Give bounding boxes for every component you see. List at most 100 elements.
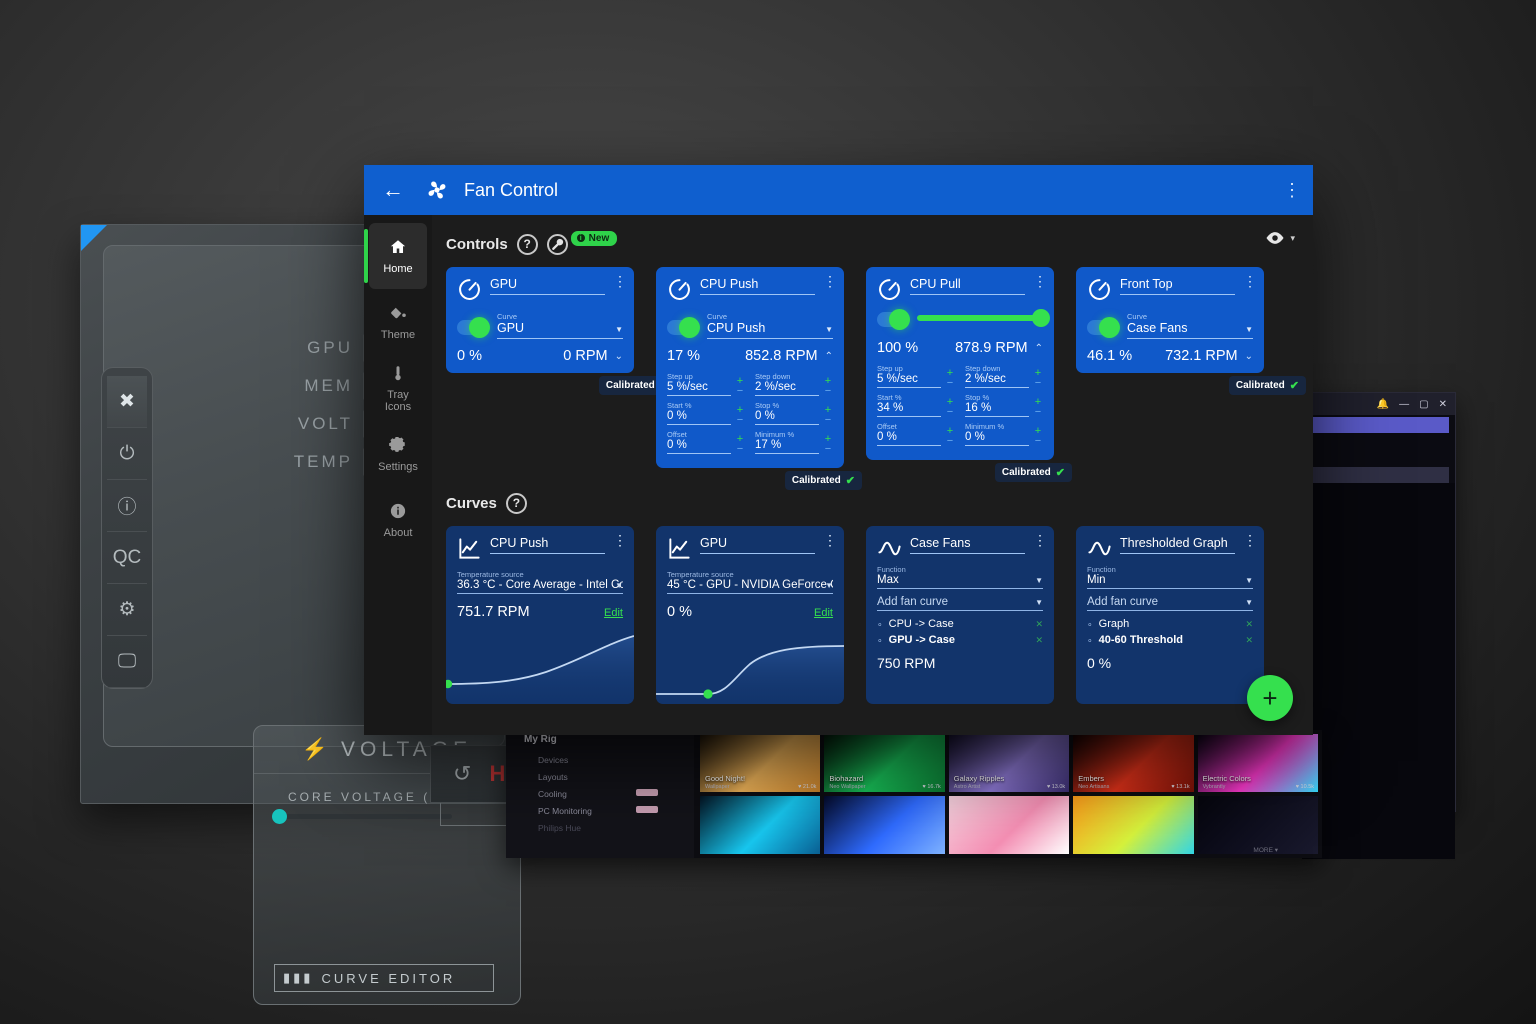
parameter-cell[interactable]: Step up 5 %/sec + − <box>877 364 955 389</box>
curve-graph[interactable] <box>446 632 634 704</box>
list-item[interactable]: ∘ Graph ✕ <box>1087 616 1253 632</box>
control-name-field[interactable]: GPU <box>490 277 605 295</box>
wallpaper-tile[interactable] <box>824 796 945 854</box>
reset-icon[interactable]: ↺ <box>453 761 471 787</box>
decrement-button[interactable]: − <box>737 444 743 455</box>
maximize-icon[interactable]: ▢ <box>1419 399 1428 410</box>
card-menu-icon[interactable]: ⋮ <box>1243 274 1257 288</box>
parameter-value[interactable]: 2 %/sec <box>755 381 819 393</box>
card-menu-icon[interactable]: ⋮ <box>1033 274 1047 288</box>
control-name-field[interactable]: CPU Push <box>700 277 815 295</box>
parameter-cell[interactable]: Start % 0 % + − <box>667 401 745 426</box>
remove-icon[interactable]: ✕ <box>1035 635 1043 646</box>
chevron-down-icon[interactable]: ▼ <box>825 325 833 334</box>
signalrgb-nav-item[interactable]: Layouts <box>524 768 694 785</box>
parameter-cell[interactable]: Step down 2 %/sec + − <box>965 364 1043 389</box>
apply-icon[interactable]: H <box>489 761 505 787</box>
add-fan-curve-select[interactable]: Add fan curve ▼ <box>877 596 1043 611</box>
decrement-button[interactable]: − <box>1035 407 1041 418</box>
parameter-cell[interactable]: Offset 0 % + − <box>877 422 955 447</box>
parameter-value[interactable]: 5 %/sec <box>667 381 731 393</box>
remove-icon[interactable]: ✕ <box>1245 619 1253 630</box>
decrement-button[interactable]: − <box>947 436 953 447</box>
parameter-cell[interactable]: Stop % 0 % + − <box>755 401 833 426</box>
curve-select[interactable]: Curve GPU ▼ <box>497 312 623 339</box>
parameter-cell[interactable]: Stop % 16 % + − <box>965 393 1043 418</box>
remove-icon[interactable]: ✕ <box>1245 635 1253 646</box>
arrow-left-icon[interactable]: ← <box>382 177 404 203</box>
sidebar-item-settings[interactable]: Settings <box>364 421 432 487</box>
chevron-down-icon[interactable]: ▼ <box>1035 598 1043 607</box>
question-mark-icon[interactable]: ? <box>505 492 527 514</box>
curve-name-field[interactable]: GPU <box>700 536 815 554</box>
parameter-value[interactable]: 34 % <box>877 402 941 414</box>
decrement-button[interactable]: − <box>825 415 831 426</box>
wrench-icon[interactable] <box>546 233 568 255</box>
kebab-menu-icon[interactable]: ⋮ <box>1283 181 1301 199</box>
curve-name-field[interactable]: Case Fans <box>910 536 1025 554</box>
function-select[interactable]: Function Max ▼ <box>877 565 1043 589</box>
chevron-down-icon[interactable]: ▼ <box>1035 576 1043 585</box>
signalrgb-nav-item[interactable]: Cooling <box>524 785 694 802</box>
enable-toggle[interactable] <box>877 309 910 330</box>
decrement-button[interactable]: − <box>825 444 831 455</box>
curve-select[interactable]: Curve CPU Push ▼ <box>707 312 833 339</box>
more-label[interactable]: MORE ▾ <box>1253 846 1278 854</box>
parameter-value[interactable]: 0 % <box>755 410 819 422</box>
wallpaper-tile[interactable]: Embers Neo Artisans ♥ 13.1k <box>1073 734 1194 792</box>
chevron-down-icon[interactable]: ▼ <box>1245 598 1253 607</box>
card-menu-icon[interactable]: ⋮ <box>823 533 837 547</box>
curve-select[interactable]: Curve Case Fans ▼ <box>1127 312 1253 339</box>
enable-toggle[interactable] <box>457 317 490 338</box>
control-name-field[interactable]: Front Top <box>1120 277 1235 295</box>
close-icon[interactable]: ✕ <box>1439 399 1447 410</box>
parameter-value[interactable]: 0 % <box>667 410 731 422</box>
card-menu-icon[interactable]: ⋮ <box>1033 533 1047 547</box>
visibility-control[interactable]: ▾ <box>1265 231 1295 245</box>
signalrgb-nav-item[interactable]: PC Monitoring <box>524 802 694 819</box>
list-item[interactable]: ∘ CPU -> Case ✕ <box>877 616 1043 632</box>
list-item[interactable]: ∘ 40-60 Threshold ✕ <box>1087 632 1253 648</box>
decrement-button[interactable]: − <box>1035 378 1041 389</box>
signalrgb-nav-item[interactable]: Devices <box>524 751 694 768</box>
card-menu-icon[interactable]: ⋮ <box>823 274 837 288</box>
temperature-source-select[interactable]: Temperature source 45 °C - GPU - NVIDIA G… <box>667 570 833 594</box>
sidebar-item-home[interactable]: Home <box>364 223 427 289</box>
parameter-value[interactable]: 0 % <box>667 439 731 451</box>
question-mark-icon[interactable]: ? <box>516 233 538 255</box>
wallpaper-tile[interactable]: Electric Colors Vybrantly ♥ 10.5k <box>1197 734 1318 792</box>
chevron-down-icon[interactable]: ▼ <box>1245 325 1253 334</box>
parameter-cell[interactable]: Start % 34 % + − <box>877 393 955 418</box>
enable-toggle[interactable] <box>1087 317 1120 338</box>
edit-link[interactable]: Edit <box>814 607 833 619</box>
settings-gear-icon[interactable]: ⚙ <box>107 584 147 636</box>
core-voltage-value-box[interactable] <box>440 800 510 826</box>
wallpaper-tile[interactable] <box>948 796 1070 854</box>
decrement-button[interactable]: − <box>947 407 953 418</box>
enable-toggle[interactable] <box>667 317 700 338</box>
card-menu-icon[interactable]: ⋮ <box>1243 533 1257 547</box>
chevron-down-icon[interactable]: ▾ <box>1290 233 1295 244</box>
decrement-button[interactable]: − <box>737 386 743 397</box>
parameter-value[interactable]: 0 % <box>965 431 1029 443</box>
add-button[interactable]: + <box>1247 675 1293 721</box>
expand-toggle-icon[interactable]: ⌄ <box>1245 351 1253 362</box>
sidebar-item-tray-icons[interactable]: Tray Icons <box>364 355 432 421</box>
chevron-down-icon[interactable]: ▼ <box>1245 576 1253 585</box>
slider-knob[interactable] <box>272 809 287 824</box>
fan-off-icon[interactable]: ✖ <box>107 376 147 428</box>
power-icon[interactable]: ⏻ <box>107 428 147 480</box>
signalrgb-nav-item[interactable]: Philips Hue <box>524 819 694 836</box>
parameter-value[interactable]: 0 % <box>877 431 941 443</box>
chevron-down-icon[interactable]: ▼ <box>615 581 623 590</box>
parameter-value[interactable]: 16 % <box>965 402 1029 414</box>
temperature-source-select[interactable]: Temperature source 36.3 °C - Core Average… <box>457 570 623 594</box>
sidebar-item-theme[interactable]: Theme <box>364 289 432 355</box>
function-select[interactable]: Function Min ▼ <box>1087 565 1253 589</box>
control-name-field[interactable]: CPU Pull <box>910 277 1025 295</box>
parameter-cell[interactable]: Step down 2 %/sec + − <box>755 372 833 397</box>
remove-icon[interactable]: ✕ <box>1035 619 1043 630</box>
wallpaper-tile[interactable] <box>1073 796 1194 854</box>
parameter-cell[interactable]: Minimum % 17 % + − <box>755 430 833 455</box>
list-item[interactable]: ∘ GPU -> Case ✕ <box>877 632 1043 648</box>
